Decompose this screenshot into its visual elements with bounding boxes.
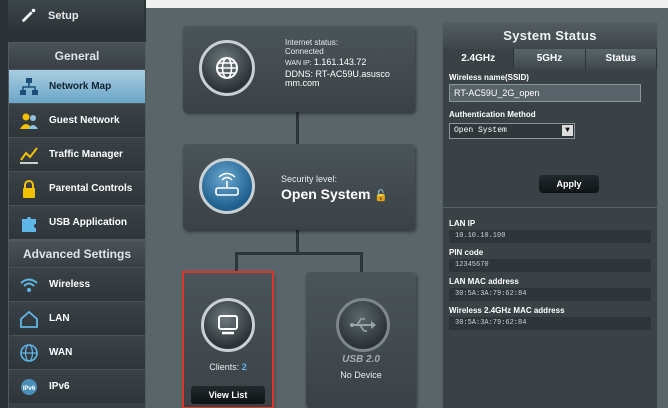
pin-code-value: 12345670 <box>449 259 651 272</box>
security-level-label: Security level: <box>281 174 338 184</box>
usb-version-label: USB 2.0 <box>342 354 380 365</box>
svg-text:IPv6: IPv6 <box>23 386 36 392</box>
divider <box>443 207 657 208</box>
sidebar-item-label: LAN <box>49 313 70 324</box>
chevron-down-icon: ▼ <box>562 125 573 136</box>
ipv6-icon: IPv6 <box>21 379 37 395</box>
advanced-group: Advanced Settings Wireless LAN WAN IPv6 … <box>8 240 146 408</box>
usb-circle <box>336 298 390 352</box>
status-tabs: 2.4GHz 5GHz Status <box>443 49 657 69</box>
internet-circle <box>199 40 255 96</box>
router-card[interactable]: Security level: Open System 🔓 <box>183 144 415 230</box>
usb-card[interactable]: USB 2.0 No Device <box>306 272 416 408</box>
pin-code-label: PIN code <box>449 248 484 257</box>
clients-highlight-box <box>182 271 274 408</box>
sidebar-item-label: USB Application <box>49 217 127 228</box>
system-status-title: System Status <box>443 23 657 49</box>
sidebar-item-label: Traffic Manager <box>49 149 123 160</box>
general-group: General Network Map Guest Network Traffi… <box>8 42 146 240</box>
traffic-chart-icon <box>20 147 38 164</box>
internet-card[interactable]: Internet status: Connected WAN IP: 1.161… <box>183 26 415 112</box>
sidebar-item-parental-controls[interactable]: Parental Controls <box>9 171 145 205</box>
connector-line <box>296 230 299 254</box>
sidebar-item-usb-application[interactable]: USB Application <box>9 205 145 239</box>
sidebar-item-label: WAN <box>49 347 73 358</box>
internet-status-label: Internet status: <box>285 38 338 47</box>
guest-network-icon <box>20 113 38 129</box>
top-strip <box>146 0 668 8</box>
usb-status: No Device <box>340 370 382 380</box>
sidebar-item-ipv6[interactable]: IPv6 IPv6 <box>9 369 145 403</box>
sidebar-item-guest-network[interactable]: Guest Network <box>9 103 145 137</box>
lock-icon <box>23 180 35 198</box>
usb-icon <box>350 318 376 332</box>
wifi-icon <box>20 278 38 292</box>
ssid-input[interactable]: RT-AC59U_2G_open <box>449 84 641 102</box>
router-admin-window: Setup General Network Map Guest Network … <box>0 0 668 408</box>
auth-method-select[interactable]: Open System ▼ <box>449 123 575 139</box>
setup-menu[interactable]: Setup <box>8 0 144 34</box>
setup-label: Setup <box>48 10 79 22</box>
sidebar-item-wan[interactable]: WAN <box>9 335 145 369</box>
sidebar-item-label: Guest Network <box>49 115 120 126</box>
connector-line <box>235 252 363 255</box>
sidebar: Setup General Network Map Guest Network … <box>0 0 146 408</box>
lan-ip-label: LAN IP <box>449 219 476 228</box>
sidebar-item-label: Network Map <box>49 81 112 92</box>
sidebar-item-network-map[interactable]: Network Map <box>9 69 145 103</box>
advanced-title: Advanced Settings <box>9 241 145 267</box>
general-title: General <box>9 43 145 69</box>
system-status-panel: System Status 2.4GHz 5GHz Status Wireles… <box>442 22 658 408</box>
router-circle <box>199 158 255 214</box>
sidebar-item-wireless[interactable]: Wireless <box>9 267 145 301</box>
unlock-icon[interactable]: 🔓 <box>374 190 388 202</box>
auth-method-value: Open System <box>454 126 507 135</box>
router-icon <box>215 172 239 196</box>
globe-icon <box>216 57 238 79</box>
wan-ip-label: WAN IP: <box>285 60 312 67</box>
lan-ip-value: 10.10.10.100 <box>449 230 651 243</box>
puzzle-icon <box>22 217 36 232</box>
auth-method-label: Authentication Method <box>449 110 536 119</box>
ddns-line-2: mm.com <box>285 78 320 88</box>
lan-mac-label: LAN MAC address <box>449 277 519 286</box>
wireless-mac-value: 30:5A:3A:79:62:84 <box>449 317 651 330</box>
connector-line <box>296 110 299 144</box>
sidebar-item-traffic-manager[interactable]: Traffic Manager <box>9 137 145 171</box>
wireless-mac-label: Wireless 2.4GHz MAC address <box>449 306 565 315</box>
globe-icon <box>20 344 38 362</box>
connector-line <box>360 252 363 274</box>
tab-status[interactable]: Status <box>585 49 657 69</box>
network-map-icon <box>20 78 38 95</box>
wand-icon <box>21 8 36 23</box>
security-level-value: Open System <box>281 186 371 202</box>
wan-ip-value: 1.161.143.72 <box>313 57 367 67</box>
apply-button[interactable]: Apply <box>539 175 599 193</box>
lan-mac-value: 30:5A:3A:79:62:84 <box>449 288 651 301</box>
tab-5ghz[interactable]: 5GHz <box>514 49 586 69</box>
ssid-label: Wireless name(SSID) <box>449 73 529 82</box>
home-icon <box>20 310 38 328</box>
tab-2-4ghz[interactable]: 2.4GHz <box>443 49 515 69</box>
internet-status-value: Connected <box>285 47 324 56</box>
sidebar-item-label: Wireless <box>49 279 91 290</box>
sidebar-item-lan[interactable]: LAN <box>9 301 145 335</box>
sidebar-item-label: Parental Controls <box>49 183 133 194</box>
sidebar-item-label: IPv6 <box>49 381 70 392</box>
